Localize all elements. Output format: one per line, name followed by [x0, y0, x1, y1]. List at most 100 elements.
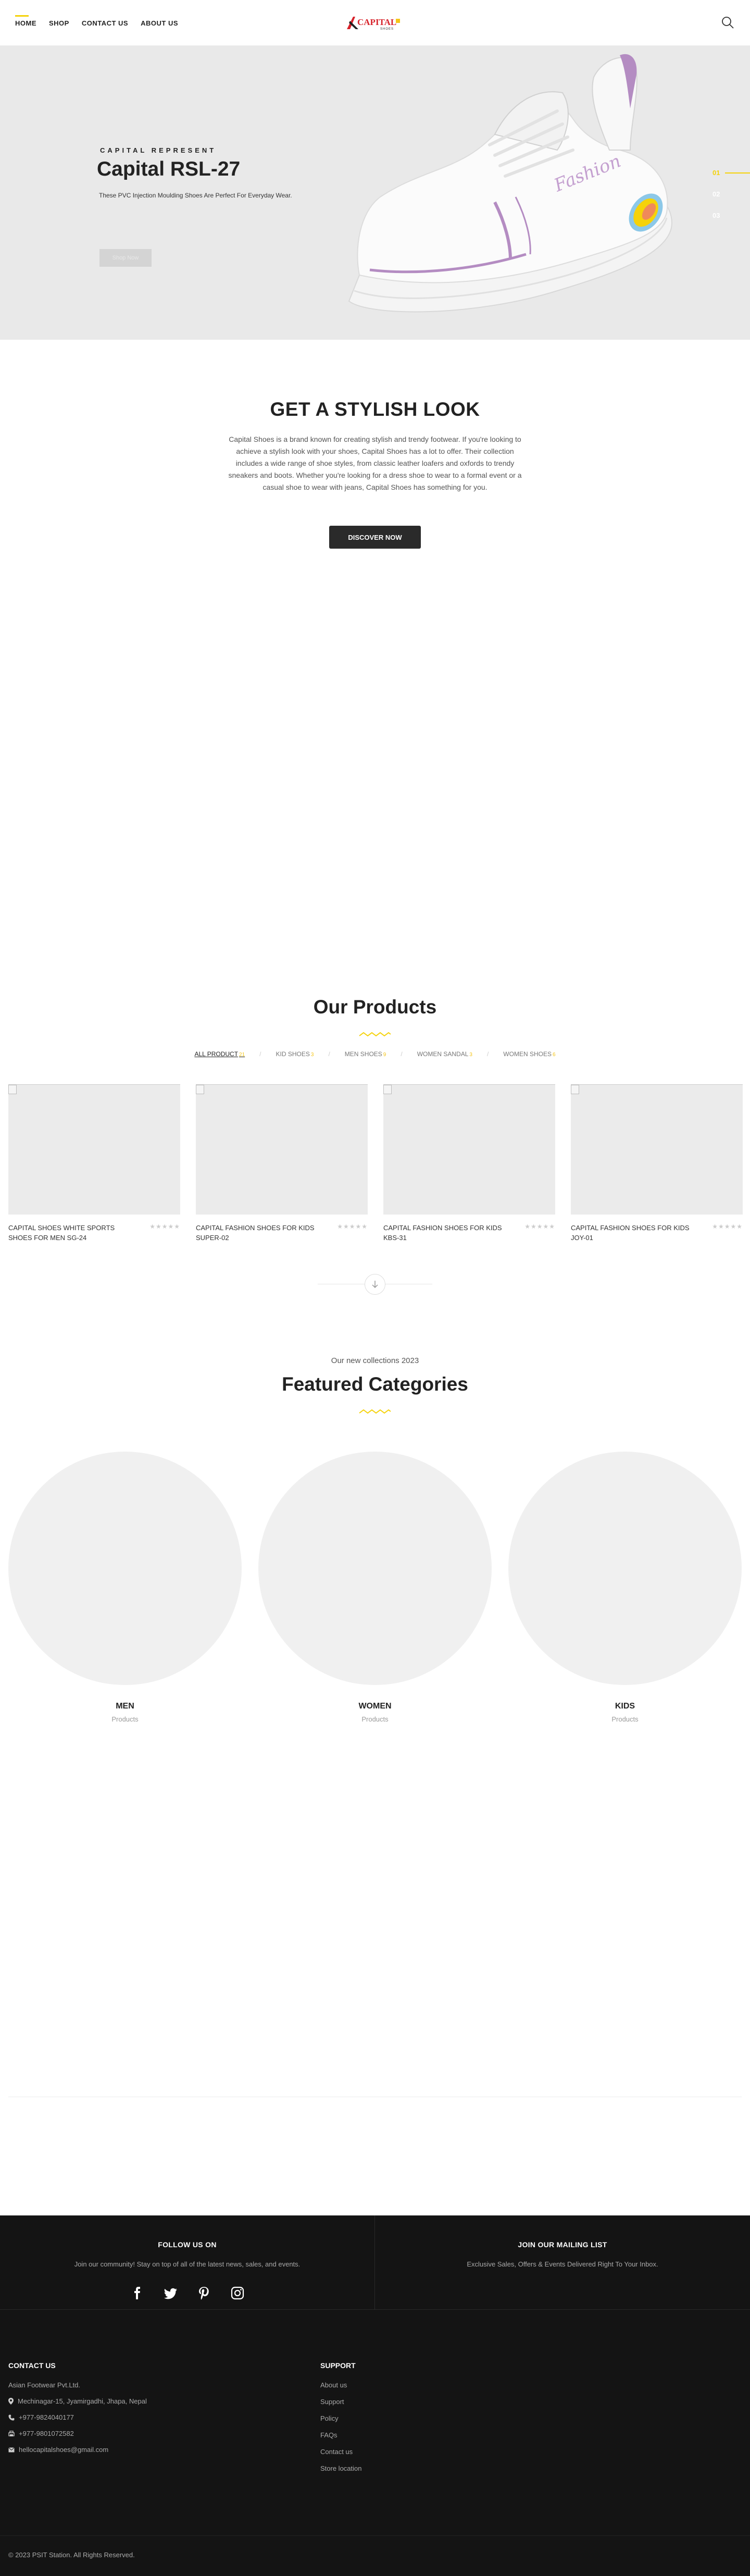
- instagram-icon[interactable]: [230, 2286, 245, 2300]
- site-footer: FOLLOW US ON Join our community! Stay on…: [0, 2215, 750, 2576]
- hero-eyebrow: CAPITAL REPRESENT: [100, 146, 217, 154]
- search-icon[interactable]: [721, 16, 734, 29]
- category-name[interactable]: KIDS: [508, 1702, 742, 1711]
- product-name[interactable]: CAPITAL FASHION SHOES FOR KIDS KBS-31: [383, 1223, 508, 1243]
- follow-text: Join our community! Stay on top of all o…: [74, 2260, 301, 2268]
- filter-kid-shoes[interactable]: KID SHOES 3: [261, 1050, 329, 1058]
- product-name[interactable]: CAPITAL FASHION SHOES FOR KIDS JOY-01: [571, 1223, 696, 1243]
- products-title: Our Products: [313, 996, 437, 1018]
- nav-about[interactable]: ABOUT US: [141, 19, 178, 29]
- slider-dot-1[interactable]: 01: [712, 169, 750, 177]
- main-nav: HOME SHOP CONTACT US ABOUT US: [15, 15, 178, 29]
- rating-stars: ★★★★★: [712, 1223, 743, 1230]
- nav-shop[interactable]: SHOP: [49, 19, 69, 29]
- phone-row: +977-9824040177: [8, 2413, 217, 2421]
- support-link-faqs[interactable]: FAQs: [320, 2431, 477, 2439]
- contact-title: CONTACT US: [8, 2361, 56, 2370]
- rating-stars: ★★★★★: [149, 1223, 180, 1230]
- categories-subtitle: Our new collections 2023: [331, 1356, 419, 1365]
- filter-all-products[interactable]: ALL PRODUCT 21: [180, 1050, 259, 1058]
- category-image[interactable]: [258, 1452, 492, 1685]
- category-kids[interactable]: KIDS Products: [508, 1452, 742, 1723]
- facebook-icon[interactable]: [130, 2286, 145, 2300]
- product-grid: CAPITAL SHOES WHITE SPORTS SHOES FOR MEN…: [8, 1084, 743, 1243]
- phone-icon: [8, 2414, 15, 2420]
- slider-dot-2[interactable]: 02: [712, 190, 750, 198]
- category-meta: Products: [361, 1715, 389, 1723]
- hero-shop-button[interactable]: Shop Now: [99, 249, 152, 267]
- svg-text:SHOES: SHOES: [380, 28, 394, 31]
- category-name[interactable]: WOMEN: [258, 1702, 492, 1711]
- nav-home[interactable]: HOME: [15, 15, 36, 29]
- category-name[interactable]: MEN: [8, 1702, 242, 1711]
- category-meta: Products: [611, 1715, 639, 1723]
- site-header: HOME SHOP CONTACT US ABOUT US CAPITAL SH…: [0, 0, 750, 46]
- category-meta: Products: [111, 1715, 139, 1723]
- category-grid: MEN Products WOMEN Products KIDS Product…: [8, 1452, 742, 1723]
- mailing-title: JOIN OUR MAILING LIST: [518, 2240, 607, 2249]
- fax-text[interactable]: +977-9801072582: [19, 2430, 74, 2437]
- load-more-button[interactable]: [365, 1274, 385, 1295]
- mailing-text: Exclusive Sales, Offers & Events Deliver…: [467, 2260, 658, 2268]
- categories-title: Featured Categories: [282, 1373, 468, 1395]
- location-pin-icon: [8, 2398, 14, 2405]
- product-image[interactable]: [383, 1084, 555, 1215]
- stylish-text: Capital Shoes is a brand known for creat…: [228, 435, 522, 491]
- load-more: [318, 1274, 432, 1295]
- rating-stars: ★★★★★: [337, 1223, 368, 1230]
- hero-description: These PVC Injection Moulding Shoes Are P…: [99, 192, 292, 199]
- email-icon: [8, 2447, 15, 2452]
- support-title: SUPPORT: [320, 2361, 356, 2370]
- filter-women-shoes[interactable]: WOMEN SHOES 6: [489, 1050, 570, 1058]
- footer-bottom-divider: [0, 2535, 750, 2536]
- site-logo[interactable]: CAPITAL SHOES: [345, 14, 407, 32]
- support-section: SUPPORT About us Support Policy FAQs Con…: [320, 2361, 477, 2481]
- arrow-down-icon: [372, 1281, 378, 1289]
- twitter-icon[interactable]: [164, 2286, 178, 2300]
- follow-title: FOLLOW US ON: [158, 2240, 217, 2249]
- product-image[interactable]: [196, 1084, 368, 1215]
- filter-men-shoes[interactable]: MEN SHOES 9: [330, 1050, 401, 1058]
- squiggle-divider-icon: [359, 1409, 391, 1414]
- squiggle-divider-icon: [359, 1032, 391, 1037]
- address-text: Mechinagar-15, Jyamirgadhi, Jhapa, Nepal: [18, 2397, 147, 2405]
- category-men[interactable]: MEN Products: [8, 1452, 242, 1723]
- filter-women-sandal[interactable]: WOMEN SANDAL 3: [403, 1050, 487, 1058]
- product-image[interactable]: [571, 1084, 743, 1215]
- slider-dot-3[interactable]: 03: [712, 212, 750, 219]
- support-link-about[interactable]: About us: [320, 2381, 477, 2389]
- support-link-support[interactable]: Support: [320, 2398, 477, 2406]
- category-women[interactable]: WOMEN Products: [258, 1452, 492, 1723]
- support-link-policy[interactable]: Policy: [320, 2414, 477, 2422]
- support-link-store-location[interactable]: Store location: [320, 2464, 477, 2472]
- social-links: [0, 2286, 374, 2300]
- product-card[interactable]: CAPITAL FASHION SHOES FOR KIDS SUPER-02 …: [196, 1084, 368, 1243]
- discover-now-button[interactable]: DISCOVER NOW: [329, 526, 421, 549]
- category-image[interactable]: [8, 1452, 242, 1685]
- phone-text[interactable]: +977-9824040177: [19, 2413, 74, 2421]
- address-row: Mechinagar-15, Jyamirgadhi, Jhapa, Nepal: [8, 2397, 217, 2405]
- rating-stars: ★★★★★: [524, 1223, 555, 1230]
- nav-contact[interactable]: CONTACT US: [82, 19, 128, 29]
- product-card[interactable]: CAPITAL SHOES WHITE SPORTS SHOES FOR MEN…: [8, 1084, 180, 1243]
- follow-us-section: FOLLOW US ON Join our community! Stay on…: [0, 2215, 375, 2309]
- copyright-text: © 2023 PSIT Station. All Rights Reserved…: [8, 2551, 135, 2559]
- email-text[interactable]: hellocapitalshoes@gmail.com: [19, 2446, 108, 2454]
- footer-divider: [0, 2309, 750, 2310]
- pinterest-icon[interactable]: [197, 2286, 211, 2300]
- product-name[interactable]: CAPITAL FASHION SHOES FOR KIDS SUPER-02: [196, 1223, 321, 1243]
- hero-shoe-image: Fashion: [339, 46, 677, 340]
- mailing-list-section: JOIN OUR MAILING LIST Exclusive Sales, O…: [375, 2215, 750, 2309]
- fax-row: +977-9801072582: [8, 2430, 217, 2437]
- fax-icon: [8, 2430, 15, 2436]
- support-link-contact[interactable]: Contact us: [320, 2448, 477, 2456]
- product-card[interactable]: CAPITAL FASHION SHOES FOR KIDS JOY-01 ★★…: [571, 1084, 743, 1243]
- svg-text:CAPITAL: CAPITAL: [357, 17, 396, 27]
- product-name[interactable]: CAPITAL SHOES WHITE SPORTS SHOES FOR MEN…: [8, 1223, 133, 1243]
- category-image[interactable]: [508, 1452, 742, 1685]
- hero-title: Capital RSL-27: [97, 158, 241, 180]
- product-filters: ALL PRODUCT 21 / KID SHOES 3 / MEN SHOES 9 …: [0, 1050, 750, 1058]
- hero-banner: CAPITAL REPRESENT Capital RSL-27 These P…: [0, 46, 750, 340]
- product-image[interactable]: [8, 1084, 180, 1215]
- product-card[interactable]: CAPITAL FASHION SHOES FOR KIDS KBS-31 ★★…: [383, 1084, 555, 1243]
